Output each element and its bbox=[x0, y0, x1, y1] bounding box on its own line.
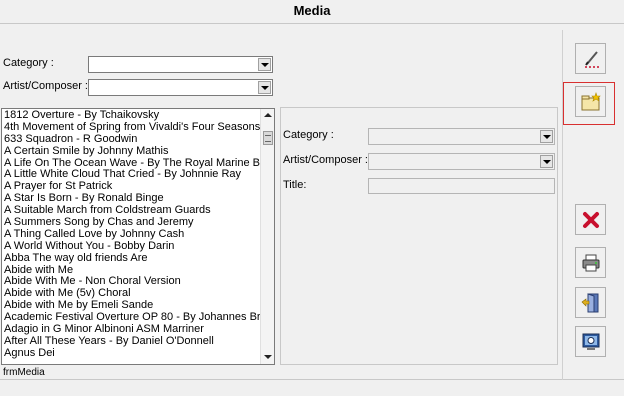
status-divider bbox=[0, 379, 624, 380]
list-item[interactable]: A World Without You - Bobby Darin bbox=[2, 240, 274, 252]
list-item[interactable]: A Little White Cloud That Cried - By Joh… bbox=[2, 168, 274, 181]
delete-button[interactable] bbox=[575, 204, 606, 235]
list-item[interactable]: Abide with Me by Emeli Sande bbox=[2, 299, 274, 311]
print-icon bbox=[582, 254, 599, 271]
exit-button[interactable] bbox=[575, 287, 606, 318]
list-item[interactable]: 633 Squadron - R Goodwin bbox=[2, 133, 274, 145]
window-title: Media bbox=[0, 0, 624, 24]
category-filter-combo[interactable] bbox=[88, 56, 273, 73]
category-filter-label: Category : bbox=[3, 57, 54, 69]
list-item[interactable]: A Star Is Born - By Ronald Binge bbox=[2, 192, 274, 204]
exit-icon bbox=[581, 292, 598, 312]
detail-category-combo[interactable] bbox=[368, 128, 555, 145]
list-item[interactable]: A Suitable March from Coldstream Guards bbox=[2, 204, 274, 216]
list-item[interactable]: Adagio in G Minor Albinoni ASM Marriner bbox=[2, 323, 274, 335]
edit-button[interactable] bbox=[575, 43, 606, 74]
list-item[interactable]: 4th Movement of Spring from Vivaldi's Fo… bbox=[2, 121, 274, 133]
chevron-down-icon[interactable] bbox=[258, 58, 271, 71]
artist-filter-value bbox=[89, 81, 92, 93]
scroll-thumb[interactable] bbox=[263, 131, 273, 145]
list-item[interactable]: A Prayer for St Patrick bbox=[2, 180, 274, 192]
scroll-down-icon[interactable] bbox=[264, 355, 272, 359]
form-name-label: frmMedia bbox=[3, 367, 45, 378]
preview-icon bbox=[582, 333, 599, 350]
new-record-button[interactable] bbox=[575, 86, 606, 117]
chevron-down-icon[interactable] bbox=[540, 155, 553, 168]
category-filter-value bbox=[89, 58, 92, 70]
list-item[interactable]: Academic Festival Overture OP 80 - By Jo… bbox=[2, 311, 274, 323]
edit-icon bbox=[584, 50, 599, 68]
artist-filter-combo[interactable] bbox=[88, 79, 273, 96]
details-panel: Category : Artist/Composer : Title: bbox=[280, 107, 558, 365]
list-item[interactable]: A Life On The Ocean Wave - By The Royal … bbox=[2, 157, 274, 169]
list-item[interactable]: After All These Years - By Daniel O'Donn… bbox=[2, 335, 274, 347]
list-scrollbar[interactable] bbox=[260, 109, 274, 364]
new-record-icon bbox=[581, 91, 601, 110]
list-item[interactable]: A Certain Smile by Johnny Mathis bbox=[2, 145, 274, 157]
detail-category-label: Category : bbox=[283, 129, 334, 141]
list-item[interactable]: A Thing Called Love by Johnny Cash bbox=[2, 228, 274, 240]
media-listbox[interactable]: 1812 Overture - By Tchaikovsky 4th Moveme… bbox=[1, 108, 275, 365]
delete-icon bbox=[582, 211, 599, 228]
detail-title-field[interactable] bbox=[368, 178, 555, 194]
list-item[interactable]: Abide With Me - Non Choral Version bbox=[2, 275, 274, 288]
media-list-items: 1812 Overture - By Tchaikovsky 4th Moveme… bbox=[2, 109, 274, 359]
detail-artist-combo[interactable] bbox=[368, 153, 555, 170]
preview-button[interactable] bbox=[575, 326, 606, 357]
detail-title-label: Title: bbox=[283, 179, 307, 191]
print-button[interactable] bbox=[575, 247, 606, 278]
list-item[interactable]: 1812 Overture - By Tchaikovsky bbox=[2, 109, 274, 121]
scroll-up-icon[interactable] bbox=[264, 113, 272, 117]
chevron-down-icon[interactable] bbox=[540, 130, 553, 143]
list-item[interactable]: Abide with Me bbox=[2, 264, 274, 276]
list-item[interactable]: Abba The way old friends Are bbox=[2, 252, 274, 264]
detail-artist-label: Artist/Composer : bbox=[283, 154, 368, 166]
artist-filter-label: Artist/Composer : bbox=[3, 80, 88, 92]
chevron-down-icon[interactable] bbox=[258, 81, 271, 94]
list-item[interactable]: Abide with Me (5v) Choral bbox=[2, 287, 274, 299]
list-item[interactable]: Agnus Dei bbox=[2, 347, 274, 359]
list-item[interactable]: A Summers Song by Chas and Jeremy bbox=[2, 216, 274, 228]
